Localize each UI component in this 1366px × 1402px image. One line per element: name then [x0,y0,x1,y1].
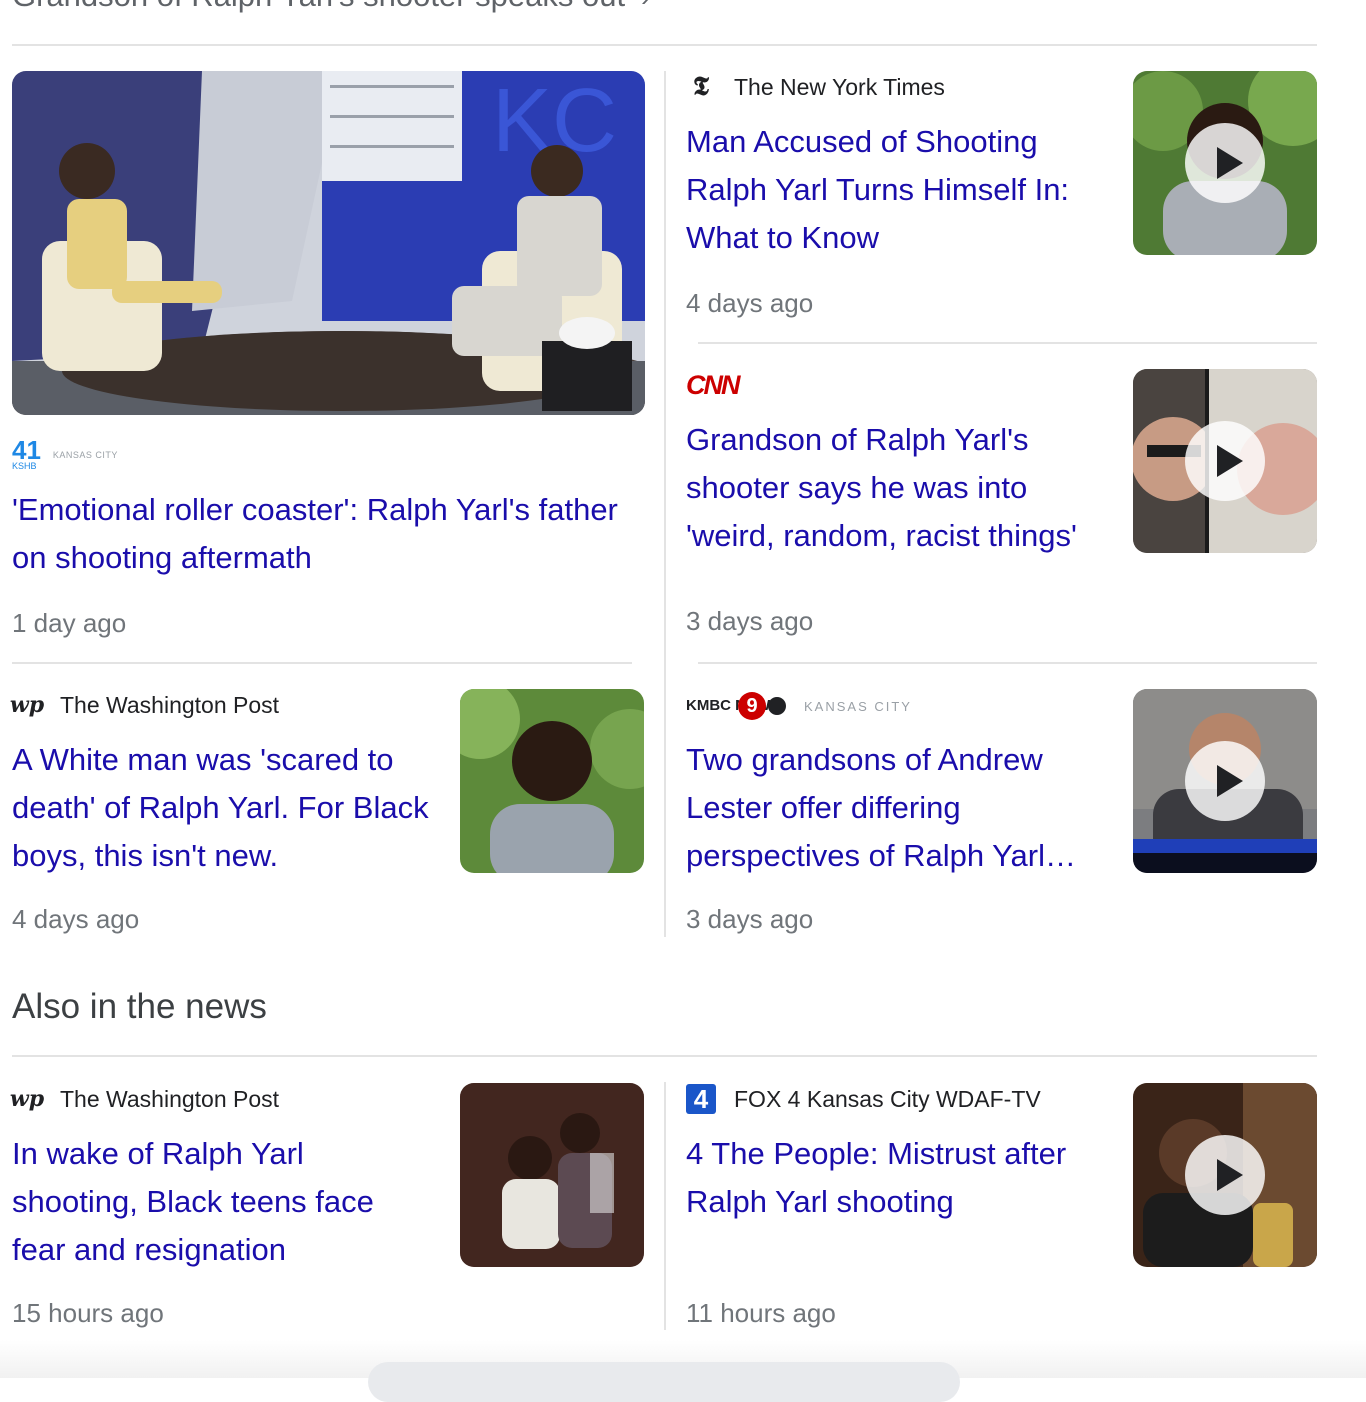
source-name: The New York Times [734,73,945,100]
video-thumbnail[interactable] [1133,689,1317,873]
story-card[interactable]: 𝕿 The New York Times Man Accused of Shoo… [686,71,1317,323]
source-name: FOX 4 Kansas City WDAF-TV [734,1085,1041,1112]
column-divider [664,71,666,937]
kmbc-logo-icon: KMBC NEWS 9 [686,692,786,720]
play-icon [1185,741,1265,821]
story-time: 4 days ago [686,288,814,318]
story-source: KMBC NEWS 9 KANSAS CITY [686,689,912,723]
story-card[interactable]: wp The Washington Post A White man was '… [9,689,644,939]
also-in-the-news-heading: Also in the news [12,987,267,1026]
kshb-logo-icon: 41 KSHB [12,435,41,471]
nyt-logo-icon: 𝕿 [693,71,709,102]
story-card[interactable]: KMBC NEWS 9 KANSAS CITY Two grandsons of… [686,689,1317,939]
divider [12,662,632,664]
divider [698,662,1317,664]
story-title-link[interactable]: Grandson of Ralph Yarl's shooter says he… [686,416,1106,560]
story-time: 3 days ago [686,904,814,934]
top-story-heading[interactable]: Grandson of Ralph Yarl's shooter speaks … [12,0,650,14]
teens-brick-wall-image [460,1083,644,1267]
story-source: 4 FOX 4 Kansas City WDAF-TV [686,1083,1041,1115]
play-icon [1185,123,1265,203]
story-source: 41 KSHB KANSAS CITY [12,435,118,475]
wapo-logo-icon: wp [9,1086,45,1112]
story-title-link[interactable]: A White man was 'scared to death' of Ral… [12,736,432,880]
kmbc-city-label: KANSAS CITY [804,698,912,714]
play-icon [1185,421,1265,501]
top-story-heading-text: Grandson of Ralph Yarl's shooter speaks … [12,0,625,13]
studio-interview-image: KC [12,71,645,415]
featured-story-thumbnail[interactable]: KC [12,71,645,415]
play-icon [1185,1135,1265,1215]
story-title-link[interactable]: 4 The People: Mistrust after Ralph Yarl … [686,1130,1106,1226]
source-name: The Washington Post [60,1085,280,1112]
source-name: The Washington Post [60,691,280,718]
story-title-link[interactable]: In wake of Ralph Yarl shooting, Black te… [12,1130,432,1274]
story-time: 15 hours ago [12,1298,164,1328]
video-thumbnail[interactable] [1133,1083,1317,1267]
story-source: 𝕿 The New York Times [686,71,945,103]
video-thumbnail[interactable] [1133,369,1317,553]
wapo-logo-icon: wp [9,692,45,718]
story-time: 3 days ago [686,606,814,636]
divider [12,44,1317,46]
boy-portrait-image [460,689,644,873]
story-time: 4 days ago [12,904,140,934]
featured-story-card[interactable]: KC 41 KSHB KANSAS CITY 'Emotional roller… [12,71,646,641]
story-source: wp The Washington Post [9,689,280,721]
story-title-link[interactable]: Two grandsons of Andrew Lester offer dif… [686,736,1106,880]
fox4-logo-icon: 4 [686,1084,716,1114]
cnn-logo-icon: CNN [686,369,740,400]
story-card[interactable]: 4 FOX 4 Kansas City WDAF-TV 4 The People… [686,1083,1317,1333]
story-title-link[interactable]: Man Accused of Shooting Ralph Yarl Turns… [686,118,1106,262]
divider [698,342,1317,344]
video-thumbnail[interactable] [1133,71,1317,255]
story-thumbnail[interactable] [460,1083,644,1267]
story-thumbnail[interactable] [460,689,644,873]
story-source: CNN [686,369,757,401]
story-title-link[interactable]: 'Emotional roller coaster': Ralph Yarl's… [12,486,646,582]
bottom-pill-bar[interactable] [368,1362,960,1402]
kshb-city-label: KANSAS CITY [52,450,118,460]
story-card[interactable]: CNN Grandson of Ralph Yarl's shooter say… [686,369,1317,641]
divider [12,1055,1317,1057]
chevron-right-icon: › [641,0,650,12]
column-divider [664,1082,666,1330]
story-time: 11 hours ago [686,1298,836,1328]
story-source: wp The Washington Post [9,1083,280,1115]
story-time: 1 day ago [12,608,127,638]
story-card[interactable]: wp The Washington Post In wake of Ralph … [9,1083,644,1333]
